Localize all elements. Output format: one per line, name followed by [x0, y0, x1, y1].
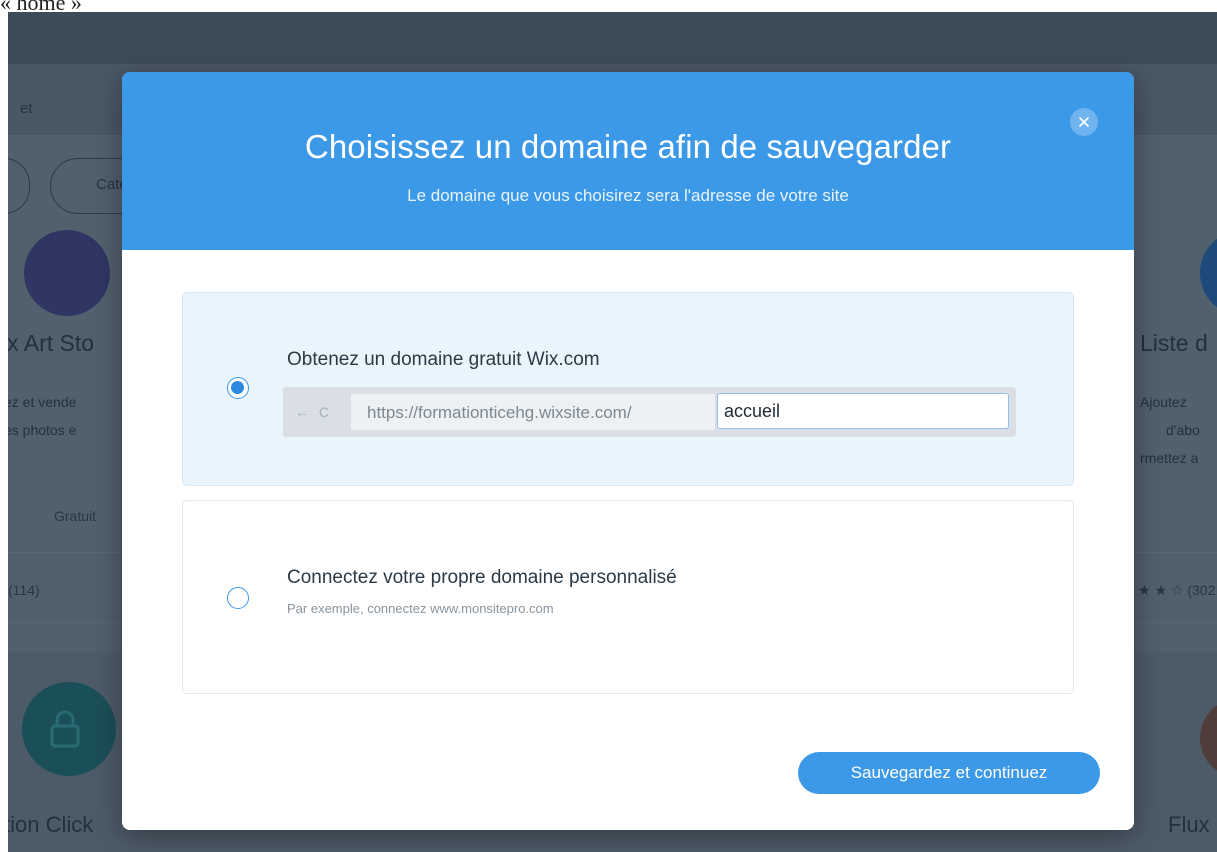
background-card-price: Gratuit	[54, 508, 97, 524]
free-domain-option-title: Obtenez un domaine gratuit Wix.com	[287, 349, 600, 370]
background-card-title: Liste d	[1140, 330, 1208, 356]
background-search-text: et	[20, 100, 33, 117]
background-card-stars: ★ ★ ☆ (302	[1138, 582, 1215, 599]
url-prefix: https://formationticehg.wixsite.com/	[367, 403, 632, 422]
url-bar: ← C https://formationticehg.wixsite.com/	[283, 387, 1016, 437]
modal-title: Choisissez un domaine afin de sauvegarde…	[304, 128, 952, 165]
background-card-rating: (114)	[8, 582, 40, 598]
modal-header: Choisissez un domaine afin de sauvegarde…	[122, 72, 1134, 250]
background-card-text: Ajoutez	[1140, 394, 1187, 410]
site-address-input[interactable]	[717, 393, 1009, 429]
background-card-text: es photos e	[8, 422, 77, 438]
star-icon: ★ ★ ☆	[1138, 582, 1188, 598]
url-prefix-box: https://formationticehg.wixsite.com/	[351, 394, 715, 430]
custom-domain-option-description: Par exemple, connectez www.monsitepro.co…	[287, 601, 554, 616]
modal-subtitle: Le domaine que vous choisirez sera l'adr…	[407, 186, 849, 205]
free-domain-option[interactable]: Obtenez un domaine gratuit Wix.com ← C h…	[182, 292, 1074, 486]
background-card-text: rmettez a	[1140, 450, 1199, 466]
close-icon	[1079, 117, 1089, 127]
document-caption: « home »	[0, 0, 82, 15]
background-card-title: ix Art Sto	[8, 330, 95, 356]
custom-domain-option[interactable]: Connectez votre propre domaine personnal…	[182, 500, 1074, 694]
background-card-text: ez et vende	[8, 394, 77, 410]
background-filter-pill	[8, 158, 30, 214]
custom-domain-option-title: Connectez votre propre domaine personnal…	[287, 567, 677, 588]
save-and-continue-button[interactable]: Sauvegardez et continuez	[798, 752, 1100, 794]
choose-domain-modal: Choisissez un domaine afin de sauvegarde…	[122, 72, 1134, 830]
background-card-text: d'abo	[1166, 422, 1200, 438]
background-card-title: Flux	[1168, 812, 1210, 837]
browser-nav-icons: ← C	[295, 404, 332, 420]
art-store-app-icon	[24, 230, 110, 316]
free-domain-radio[interactable]	[227, 377, 249, 399]
lock-icon	[50, 710, 80, 748]
list-app-icon	[1200, 230, 1217, 316]
background-card-rating: (302	[1187, 582, 1216, 598]
background-card-title: tion Click	[8, 812, 94, 837]
background-top-bar	[8, 12, 1217, 64]
custom-domain-radio[interactable]	[227, 587, 249, 609]
close-button[interactable]	[1070, 108, 1098, 136]
